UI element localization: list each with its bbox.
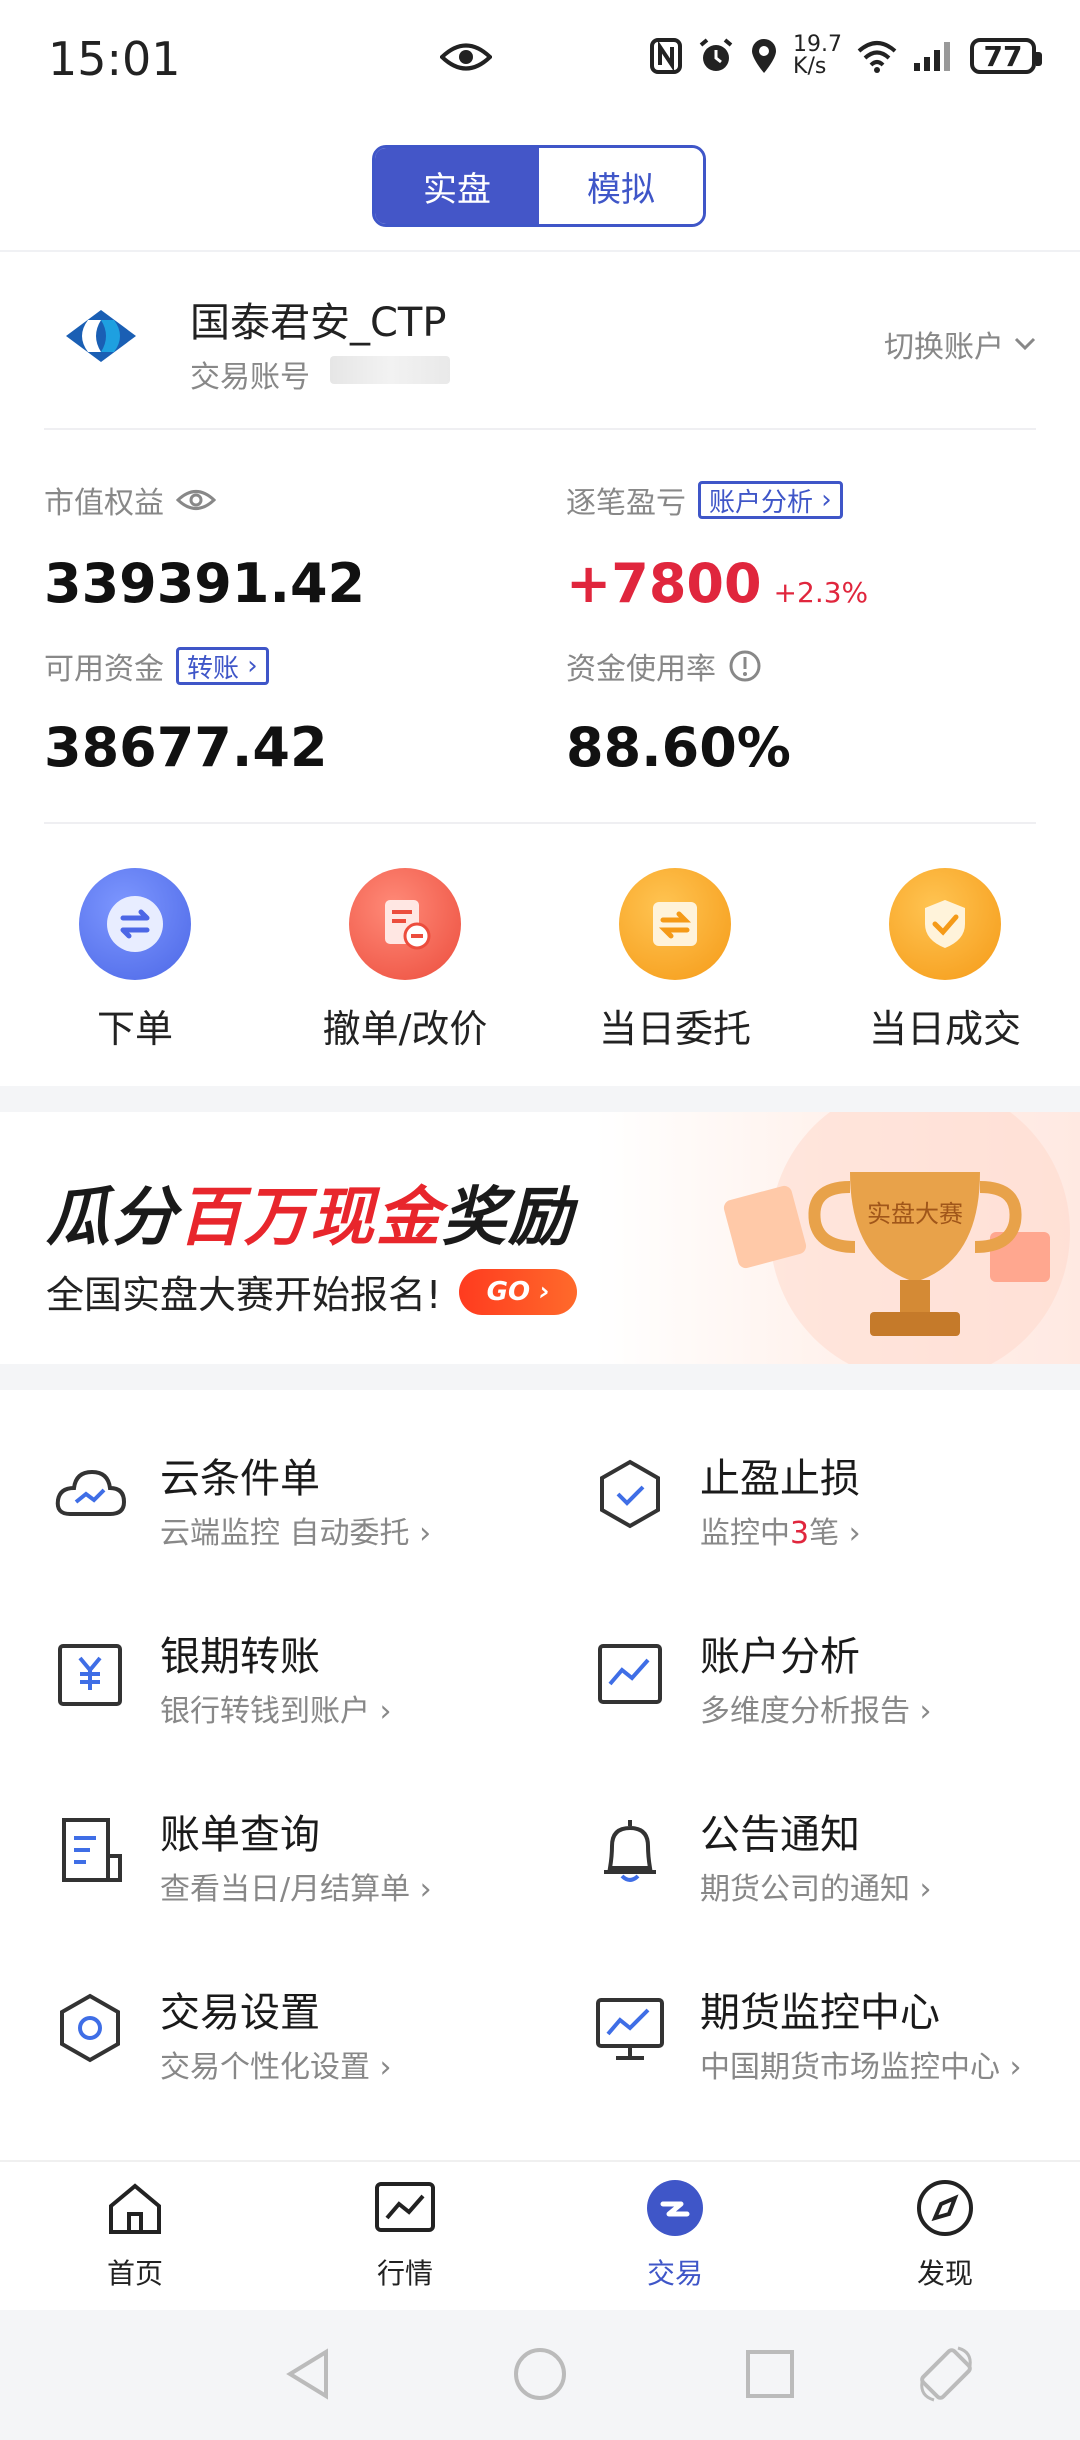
mode-segment: 实盘 模拟 [372,145,706,227]
pnl-label-row: 逐笔盈亏 账户分析 › [566,478,843,522]
go-button[interactable]: GO › [459,1268,578,1315]
today-trades-button[interactable]: 当日成交 [845,868,1045,1053]
compass-icon [917,2180,973,2236]
available-value: 38677.42 [44,716,328,779]
account-analysis[interactable]: 账户分析 多维度分析报告 › [590,1624,1050,1764]
usage-label-row: 资金使用率 [566,644,762,688]
futures-monitoring-center[interactable]: 期货监控中心 中国期货市场监控中心 › [590,1980,1050,2120]
info-icon[interactable] [728,649,762,683]
net-speed: 19.7 K/s [793,32,842,79]
chart-icon [375,2182,435,2232]
pnl-percent: +2.3% [773,576,869,609]
yen-doc-icon [58,1644,122,1706]
shield-check-icon [600,1459,660,1529]
bottom-tab-bar: 首页 行情 交易 发现 [0,2160,1080,2310]
banner-subtitle-row: 全国实盘大赛开始报名! GO › [46,1264,578,1319]
section-gap [0,1086,1080,1114]
status-time: 15:01 [48,32,181,86]
cloud-chart-icon [55,1469,127,1516]
chevron-down-icon [1014,337,1036,351]
tab-market[interactable]: 行情 [335,2178,475,2292]
section-gap [0,1364,1080,1390]
alarm-icon [699,38,733,71]
rotate-nav-icon[interactable] [914,2342,978,2406]
transfer-button[interactable]: 转账 › [176,647,269,685]
swap-arrows-icon [79,868,191,980]
bank-futures-transfer[interactable]: 银期转账 银行转钱到账户 › [50,1624,510,1764]
wifi-icon [857,41,897,73]
signal-icon [914,42,950,71]
cloud-conditional-order[interactable]: 云条件单 云端监控 自动委托 › [50,1446,510,1586]
recents-nav-icon[interactable] [742,2346,798,2402]
chart-line-icon [598,1644,662,1704]
switch-account-button[interactable]: 切换账户 [884,322,1036,366]
divider [44,428,1036,430]
switch-account-label: 切换账户 [884,330,1004,365]
hexagon-gear-icon [60,1993,120,2063]
svg-text:实盘大赛: 实盘大赛 [867,1200,963,1228]
account-analysis-button[interactable]: 账户分析 › [698,481,843,519]
tab-simulated[interactable]: 模拟 [539,148,703,224]
system-nav-bar [0,2310,1080,2440]
trade-icon [647,2180,703,2236]
pnl-row: +7800 +2.3% [566,552,868,615]
banner-title: 瓜分百万现金奖励 [46,1181,574,1255]
cancel-modify-button[interactable]: 撤单/改价 [305,868,505,1053]
cancel-doc-icon [349,868,461,980]
orders-icon [619,868,731,980]
divider [0,250,1080,252]
divider [44,822,1036,824]
eye-toggle-icon[interactable] [176,486,216,514]
location-icon [752,39,777,73]
status-icons: 19.7 K/s 77 [649,32,1042,79]
place-order-button[interactable]: 下单 [35,868,235,1053]
usage-value: 88.60% [566,716,791,779]
battery-icon: 77 [970,38,1042,74]
market-equity-label-row: 市值权益 [44,478,216,522]
pnl-value: +7800 [566,552,762,615]
bill-icon [62,1818,122,1882]
shield-check-icon [889,868,1001,980]
trophy-illustration: 实盘大赛 [723,1112,1070,1364]
today-orders-button[interactable]: 当日委托 [575,868,775,1053]
tab-trade[interactable]: 交易 [605,2178,745,2292]
take-profit-stop-loss[interactable]: 止盈止损 监控中3笔 › [590,1446,1050,1586]
trade-settings[interactable]: 交易设置 交易个性化设置 › [50,1980,510,2120]
contest-banner[interactable]: 瓜分百万现金奖励 全国实盘大赛开始报名! GO › 实盘大赛 [0,1112,1080,1364]
bell-icon [604,1820,656,1882]
home-nav-icon[interactable] [512,2346,568,2402]
monitor-chart-icon [596,1998,664,2060]
status-bar: 15:01 19.7 K/s 77 [0,0,1080,120]
account-name: 国泰君安_CTP [190,300,447,346]
nfc-icon [650,38,683,74]
account-id-masked [330,356,450,384]
back-nav-icon[interactable] [282,2346,334,2402]
market-equity-value: 339391.42 [44,552,366,615]
bill-query[interactable]: 账单查询 查看当日/月结算单 › [50,1802,510,1942]
tab-discover[interactable]: 发现 [875,2178,1015,2292]
broker-logo [66,310,136,362]
announcements[interactable]: 公告通知 期货公司的通知 › [590,1802,1050,1942]
home-icon [109,2183,161,2234]
eye-icon [440,43,492,71]
available-label-row: 可用资金 转账 › [44,644,269,688]
account-id-label: 交易账号 [190,360,310,395]
tab-real[interactable]: 实盘 [375,148,539,224]
tab-home[interactable]: 首页 [65,2178,205,2292]
